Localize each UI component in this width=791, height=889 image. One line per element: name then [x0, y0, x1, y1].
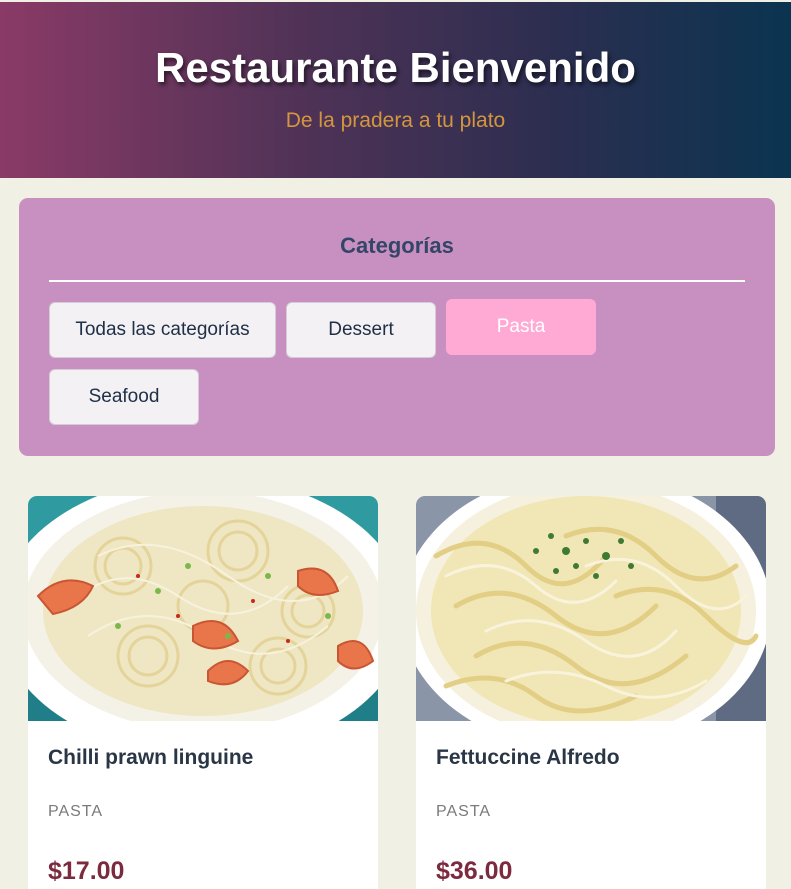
- menu-card[interactable]: Fettuccine Alfredo PASTA $36.00: [416, 496, 766, 889]
- categories-panel: Categorías Todas las categorías Dessert …: [19, 198, 775, 456]
- category-button-all[interactable]: Todas las categorías: [49, 302, 276, 358]
- fettuccine-alfredo-photo: [416, 496, 766, 721]
- menu-item-name: Chilli prawn linguine: [48, 746, 254, 769]
- menu-item-price: $36.00: [436, 857, 513, 885]
- site-header: Restaurante Bienvenido De la pradera a t…: [0, 2, 791, 178]
- categories-divider: [49, 280, 745, 282]
- menu-item-category: PASTA: [48, 803, 104, 820]
- category-button-dessert[interactable]: Dessert: [286, 302, 436, 358]
- menu-item-category: PASTA: [436, 803, 492, 820]
- menu-item-name: Fettuccine Alfredo: [436, 746, 620, 769]
- category-button-pasta[interactable]: Pasta: [446, 299, 596, 355]
- shrimp-linguine-photo: [28, 496, 378, 721]
- site-subtitle: De la pradera a tu plato: [285, 109, 506, 132]
- menu-card[interactable]: Chilli prawn linguine PASTA $17.00: [28, 496, 378, 889]
- categories-heading: Categorías: [340, 233, 454, 258]
- category-button-seafood[interactable]: Seafood: [49, 369, 199, 425]
- site-title: Restaurante Bienvenido: [155, 44, 636, 91]
- menu-item-price: $17.00: [48, 857, 125, 885]
